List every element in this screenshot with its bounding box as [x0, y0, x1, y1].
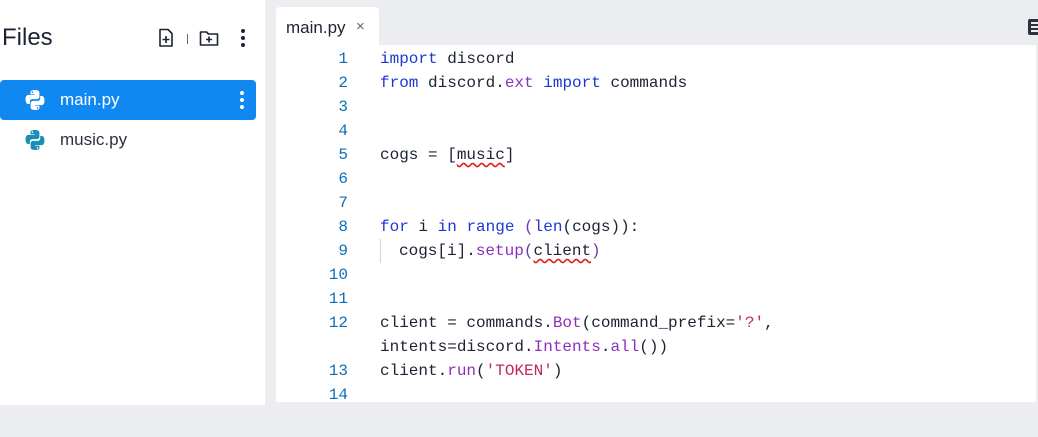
code-line: 4 — [276, 119, 1036, 143]
code-line: 14 — [276, 383, 1036, 407]
file-name: music.py — [60, 130, 128, 149]
file-item-main-py[interactable]: main.py — [0, 80, 256, 120]
line-number: 5 — [338, 146, 348, 164]
files-more-button[interactable] — [232, 26, 254, 50]
tab-main-py[interactable]: main.py × — [276, 7, 379, 45]
code-line: 5 cogs = [music] — [276, 143, 1036, 167]
code-line-wrapped: intents=discord.Intents.all()) — [276, 335, 1036, 359]
files-sidebar: Files main.py music.py — [0, 0, 265, 405]
line-number: 7 — [338, 194, 348, 212]
code-line: 6 — [276, 167, 1036, 191]
line-number: 10 — [328, 266, 348, 284]
code-line: 12 client = commands.Bot(command_prefix=… — [276, 311, 1036, 335]
code-editor[interactable]: 1 import discord 2 from discord.ext impo… — [276, 45, 1036, 404]
tab-label: main.py — [286, 18, 346, 37]
more-vertical-icon — [240, 91, 244, 109]
code-line: 11 — [276, 287, 1036, 311]
python-icon — [25, 90, 45, 110]
code-text: client.run('TOKEN') — [380, 362, 563, 380]
line-number: 13 — [328, 362, 348, 380]
editor-tabbar: main.py × — [276, 0, 1038, 45]
file-name: main.py — [60, 90, 120, 109]
file-more-button[interactable] — [234, 88, 250, 112]
line-number: 1 — [338, 50, 348, 68]
code-text: import discord — [380, 50, 515, 68]
files-title: Files — [2, 24, 53, 51]
line-number: 14 — [328, 386, 348, 404]
panel-menu-icon[interactable] — [1028, 19, 1038, 35]
file-item-music-py[interactable]: music.py — [0, 120, 256, 160]
code-line: 2 from discord.ext import commands — [276, 71, 1036, 95]
code-text: for i in range (len(cogs)): — [380, 218, 640, 236]
more-vertical-icon — [241, 29, 245, 47]
line-number: 8 — [338, 218, 348, 236]
line-number: 2 — [338, 74, 348, 92]
line-number: 3 — [338, 98, 348, 116]
code-text: client = commands.Bot(command_prefix='?'… — [380, 314, 774, 332]
error-squiggle: client — [533, 242, 592, 260]
python-icon — [25, 130, 45, 150]
line-number: 11 — [328, 290, 348, 308]
code-line: 9 cogs[i].setup(client) — [276, 239, 1036, 263]
code-line: 13 client.run('TOKEN') — [276, 359, 1036, 383]
code-line: 10 — [276, 263, 1036, 287]
code-text: intents=discord.Intents.all()) — [380, 338, 669, 356]
code-text: from discord.ext import commands — [380, 74, 688, 92]
error-squiggle: music — [456, 146, 505, 164]
line-number: 9 — [338, 242, 348, 260]
line-number: 12 — [328, 314, 348, 332]
new-file-button[interactable] — [155, 26, 177, 50]
close-tab-icon[interactable]: × — [356, 18, 365, 35]
code-text: cogs[i].setup(client) — [399, 242, 601, 260]
line-number: 4 — [338, 122, 348, 140]
code-text: cogs = [music] — [380, 146, 515, 164]
code-line: 7 — [276, 191, 1036, 215]
new-folder-button[interactable] — [198, 26, 220, 50]
code-line: 1 import discord — [276, 47, 1036, 71]
new-file-icon — [159, 28, 173, 47]
toolbar-divider — [187, 34, 188, 44]
line-number: 6 — [338, 170, 348, 188]
code-line: 3 — [276, 95, 1036, 119]
new-folder-icon — [199, 31, 219, 46]
code-line: 8 for i in range (len(cogs)): — [276, 215, 1036, 239]
